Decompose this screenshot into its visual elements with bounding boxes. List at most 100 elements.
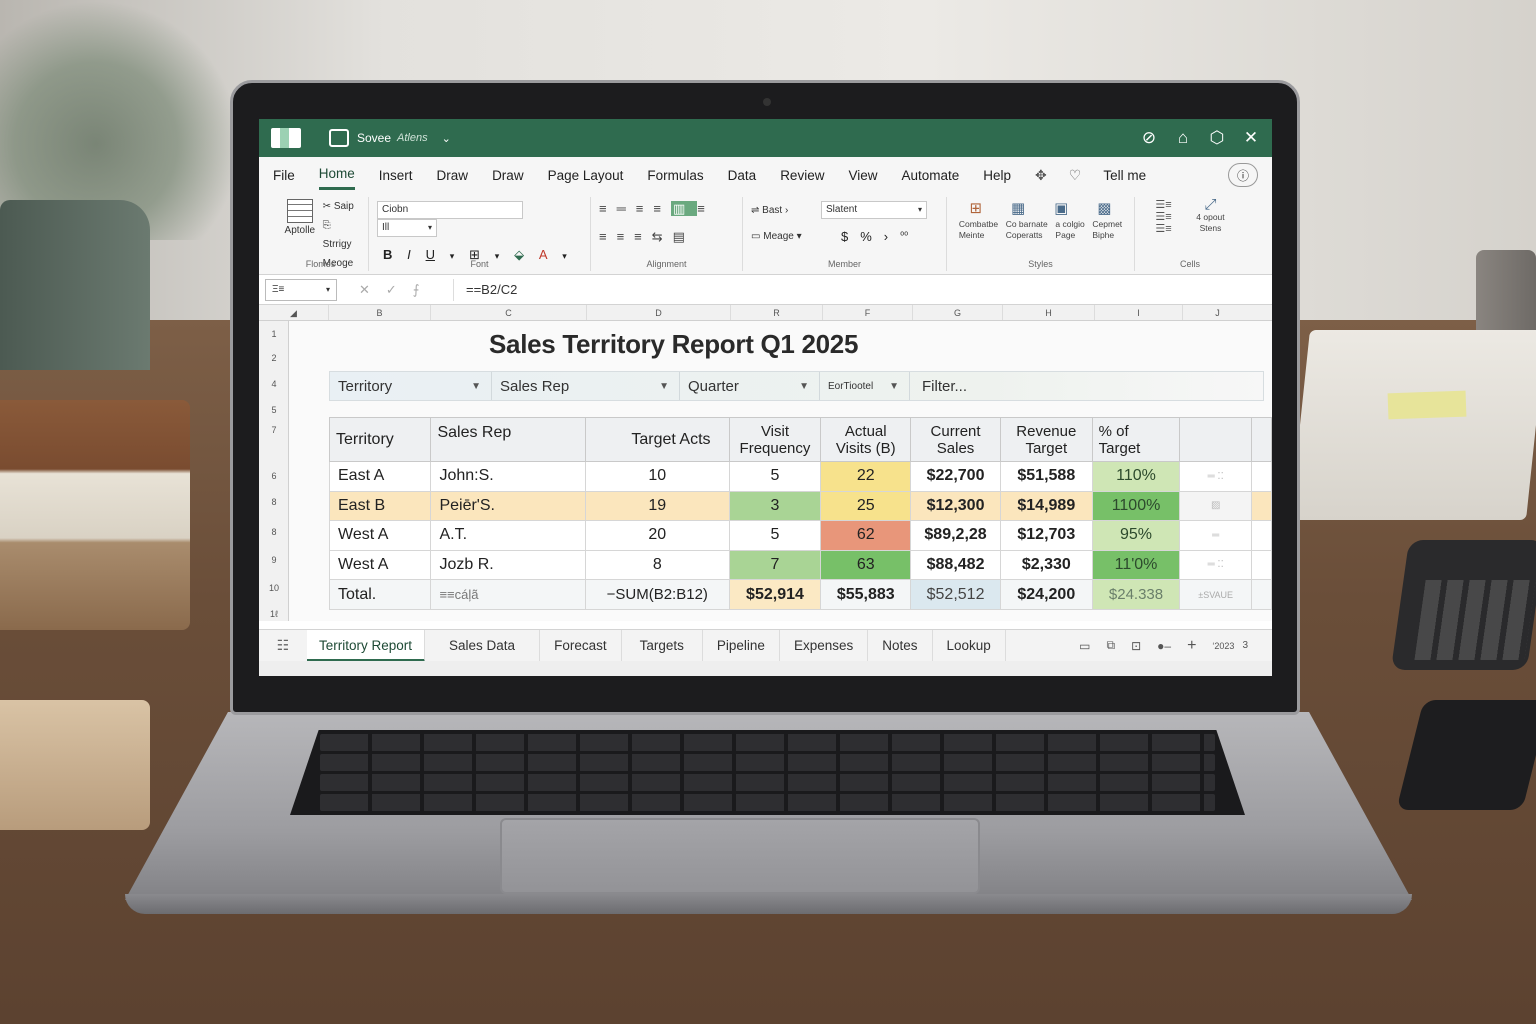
conditional-format-button[interactable]: Combatbe Meinte (959, 219, 998, 241)
row-header[interactable]: 8 (259, 527, 289, 537)
cell-revenue[interactable]: $2,330 (999, 549, 1093, 580)
cell-freq[interactable]: 3 (728, 490, 822, 521)
tab-territory-report[interactable]: Territory Report (307, 629, 426, 662)
cell-pct[interactable]: 110% (1091, 461, 1181, 492)
cell-actual[interactable]: 63 (820, 549, 912, 580)
menu-automate[interactable]: Automate (901, 162, 959, 189)
insert-delete-icon[interactable]: ☰≡ ☰≡ ☰≡ (1155, 199, 1171, 235)
font-name-select[interactable]: Ciobn (377, 201, 523, 219)
menu-file[interactable]: File (273, 162, 295, 189)
name-box[interactable]: Ξ≡ ▾ (265, 278, 337, 301)
cell-sales[interactable]: $12,300 (910, 490, 1001, 521)
cell-pct[interactable]: 11'0% (1091, 549, 1181, 580)
cell-actual[interactable]: 25 (820, 490, 912, 521)
total-formula[interactable]: −SUM(B2:B12) (585, 579, 730, 610)
column-header-b[interactable]: B (329, 305, 431, 320)
font-size-select[interactable]: Ill ▾ (377, 219, 437, 237)
number-format-select[interactable]: Slatent ▾ (821, 201, 927, 219)
menu-view[interactable]: View (848, 162, 877, 189)
total-actual[interactable]: $55,883 (820, 579, 912, 610)
cell-territory[interactable]: East A (328, 461, 432, 492)
cell-actual[interactable]: 62 (820, 520, 912, 551)
header-territory[interactable]: Territory (328, 417, 432, 462)
menu-formulas[interactable]: Formulas (647, 162, 703, 189)
column-header-c[interactable]: C (431, 305, 587, 320)
filter-input[interactable]: Filter... (910, 378, 967, 395)
header-target-acts[interactable]: Target Acts (585, 417, 730, 462)
header-visit-frequency[interactable]: Visit Frequency (728, 417, 822, 462)
cell-rep[interactable]: A.T. (430, 520, 586, 551)
row-header[interactable]: 10 (259, 583, 289, 593)
total-sales[interactable]: $52,512 (910, 579, 1001, 610)
copy-button[interactable]: ⎘ Strrigy (323, 216, 360, 254)
menu-page-layout[interactable]: Page Layout (548, 162, 624, 189)
row-header[interactable]: 4 (259, 379, 289, 389)
filter-territory[interactable]: Territory ▼ (330, 372, 492, 400)
row-header[interactable]: 1 (259, 329, 289, 339)
cell-target[interactable]: 8 (585, 549, 730, 580)
row-header[interactable]: 6 (259, 471, 289, 481)
cell-territory[interactable]: West A (328, 520, 432, 551)
total-revenue[interactable]: $24,200 (999, 579, 1093, 610)
insert-cells-button[interactable]: ⤢ 4 opout Stens (1196, 197, 1224, 235)
cell-sales[interactable]: $22,700 (910, 461, 1001, 492)
menu-draw[interactable]: Draw (437, 162, 469, 189)
filter-sales-rep[interactable]: Sales Rep ▼ (492, 372, 680, 400)
cell-pct[interactable]: 1100% (1091, 490, 1181, 521)
row-header[interactable]: 8 (259, 497, 289, 507)
formula-input[interactable]: ==B2/C2 (453, 278, 517, 301)
column-header-f[interactable]: F (823, 305, 913, 320)
menu-home[interactable]: Home (318, 160, 355, 190)
cell-target[interactable]: 20 (585, 520, 730, 551)
cell-freq[interactable]: 5 (728, 461, 822, 492)
close-icon[interactable]: ✕ (1242, 128, 1260, 148)
cell-revenue[interactable]: $51,588 (999, 461, 1093, 492)
formula-bar-icons[interactable]: ✕✓⨍ (337, 282, 453, 298)
cell-actual[interactable]: 22 (820, 461, 912, 492)
cell-revenue[interactable]: $12,703 (999, 520, 1093, 551)
percent-icon[interactable]: % (860, 229, 872, 244)
menu-review[interactable]: Review (780, 162, 824, 189)
column-header-j[interactable]: J (1183, 305, 1252, 320)
row-header[interactable]: 1ℓ (259, 609, 289, 619)
cut-button[interactable]: ✂ Saip (323, 197, 354, 216)
menu-insert[interactable]: Insert (379, 162, 413, 189)
tab-notes[interactable]: Notes (868, 629, 933, 662)
column-header-h[interactable]: H (1003, 305, 1095, 320)
header-pct-target[interactable]: % of Target (1091, 417, 1181, 462)
chevron-down-icon[interactable]: ⌄ (442, 132, 451, 145)
info-icon[interactable]: ⓘ (1228, 163, 1258, 187)
select-all-corner[interactable]: ◢ (259, 305, 329, 320)
cell-territory[interactable]: East B (328, 490, 432, 521)
copilot-icon[interactable]: ⊘ (1140, 128, 1158, 148)
home-icon[interactable]: ⌂ (1174, 128, 1192, 148)
conditional-format-icon[interactable]: ⊞ (969, 199, 982, 217)
cell-target[interactable]: 19 (585, 490, 730, 521)
column-header-d[interactable]: D (587, 305, 731, 320)
align-highlight-icon[interactable]: ▥ (670, 201, 698, 216)
vertical-align-buttons[interactable]: ≡═≡≡ ▥ ≡ (599, 201, 734, 217)
row-header[interactable]: 2 (259, 353, 289, 363)
copilot-menu-icon[interactable]: ✥ (1035, 167, 1047, 184)
cell-freq[interactable]: 7 (728, 549, 822, 580)
more-styles-button[interactable]: Cepmet Biphe (1092, 219, 1122, 241)
zoom-out-icon[interactable]: ●– (1157, 639, 1171, 653)
currency-icon[interactable]: $ (841, 229, 848, 244)
row-header[interactable]: 7 (259, 425, 289, 435)
cell-rep[interactable]: John:S. (430, 461, 586, 492)
format-table-icon[interactable]: ▦ (1011, 199, 1025, 217)
row-header[interactable]: 9 (259, 555, 289, 565)
page-break-icon[interactable]: ⊡ (1131, 639, 1141, 653)
column-header-r[interactable]: R (731, 305, 823, 320)
filter-extra[interactable]: EorTiootel ▼ (820, 372, 910, 400)
settings-icon[interactable]: ⬡ (1208, 128, 1226, 148)
cell-styles-icon[interactable]: ▣ (1054, 199, 1068, 217)
column-header-g[interactable]: G (913, 305, 1003, 320)
total-freq[interactable]: $52,914 (728, 579, 822, 610)
total-pct[interactable]: $24.338 (1091, 579, 1181, 610)
menu-data[interactable]: Data (728, 162, 757, 189)
cell-revenue[interactable]: $14,989 (999, 490, 1093, 521)
filter-quarter[interactable]: Quarter ▼ (680, 372, 820, 400)
header-sales-rep[interactable]: Sales Rep (430, 417, 586, 462)
menu-draw-2[interactable]: Draw (492, 162, 524, 189)
